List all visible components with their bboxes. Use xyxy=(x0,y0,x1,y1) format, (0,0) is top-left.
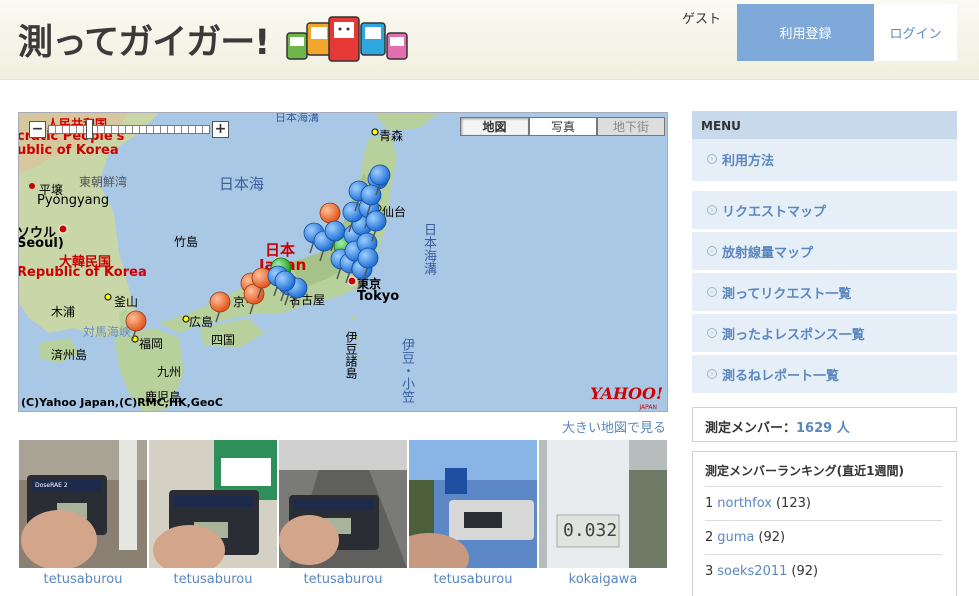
member-count-label: 測定メンバー： xyxy=(705,421,797,436)
map-label-nagoya: 名古屋 xyxy=(289,293,326,307)
map-label-shikoku: 四国 xyxy=(211,333,236,347)
rank-user-link[interactable]: guma xyxy=(717,530,754,545)
register-button[interactable]: 利用登録 xyxy=(737,4,874,61)
menu-item-how-to-use[interactable]: › 利用方法 xyxy=(692,140,957,178)
menu-title: MENU xyxy=(692,111,957,139)
map-label-hiroshima: 広島 xyxy=(189,315,214,329)
photo-thumbnail[interactable]: DoseRAE 2 xyxy=(19,440,147,568)
map-label-japan-en: Japan xyxy=(259,256,307,274)
chevron-right-icon: › xyxy=(707,287,717,297)
chevron-right-icon: › xyxy=(707,246,717,256)
map-label-izu: 伊豆諸島 xyxy=(344,331,358,379)
rank-number: 1 xyxy=(705,496,714,511)
rank-count: (92) xyxy=(758,530,786,545)
rank-user-link[interactable]: northfox xyxy=(717,496,772,511)
photo-thumbnail[interactable] xyxy=(149,440,277,568)
rank-number: 2 xyxy=(705,530,714,545)
map-type-map-button[interactable]: 地図 xyxy=(460,117,529,136)
map-zoom-in-button[interactable]: + xyxy=(212,121,229,138)
map-label-busan: 釜山 xyxy=(114,295,139,309)
photo-user-link[interactable]: tetusaburou xyxy=(409,572,537,587)
menu-item-label: 放射線量マップ xyxy=(722,245,814,261)
menu-item-request-map[interactable]: › リクエストマップ xyxy=(692,191,957,229)
ranking-box: 測定メンバーランキング(直近1週間) 1 northfox (123) 2 gu… xyxy=(692,451,957,596)
menu-item-report-list[interactable]: › 測るねレポート一覧 xyxy=(692,355,957,393)
map-type-underground-button[interactable]: 地下街 xyxy=(597,117,665,136)
radiation-map[interactable]: 人民共和国 cratic People's ublic of Korea 東朝鮮… xyxy=(18,112,668,412)
ranking-row: 1 northfox (123) xyxy=(705,486,942,520)
map-zoom-out-button[interactable]: − xyxy=(29,121,46,138)
member-count-value[interactable]: 1629 xyxy=(796,421,832,436)
mascot-logo-icon xyxy=(286,16,408,62)
member-count-unit: 人 xyxy=(836,421,850,436)
menu-item-label: リクエストマップ xyxy=(722,204,827,220)
menu-item-label: 利用方法 xyxy=(722,153,775,169)
rank-number: 3 xyxy=(705,564,714,579)
photo-user-link[interactable]: tetusaburou xyxy=(19,572,147,587)
rank-count: (123) xyxy=(775,496,811,511)
yahoo-japan-sub: JAPAN xyxy=(639,404,657,411)
device-reading: 0.032 xyxy=(563,520,618,541)
photo-thumbnail[interactable] xyxy=(279,440,407,568)
map-label-seoul-en: Seoul) xyxy=(18,236,64,251)
chevron-right-icon: › xyxy=(707,328,717,338)
photo-user-link[interactable]: tetusaburou xyxy=(279,572,407,587)
ranking-title: 測定メンバーランキング(直近1週間) xyxy=(705,464,904,478)
dosimeter-photo-icon xyxy=(19,440,147,568)
menu-item-response-list[interactable]: › 測ったよレスポンス一覧 xyxy=(692,314,957,352)
menu-item-request-list[interactable]: › 測ってリクエスト一覧 xyxy=(692,273,957,311)
map-label-japan-top: 日本海溝 xyxy=(275,112,319,124)
site-header: 測ってガイガー! ゲスト 利用登録 ログイン xyxy=(0,0,979,80)
dosimeter-photo-icon xyxy=(279,440,407,568)
photo-user-link[interactable]: kokaigawa xyxy=(539,572,667,587)
login-button[interactable]: ログイン xyxy=(874,4,957,61)
dosimeter-photo-icon xyxy=(149,440,277,568)
photo-user-link[interactable]: tetusaburou xyxy=(149,572,277,587)
photo-thumbnail[interactable]: 0.032 xyxy=(539,440,667,568)
ranking-row: 2 guma (92) xyxy=(705,520,942,554)
guest-label: ゲスト xyxy=(682,12,722,27)
map-zoom-slider-handle[interactable] xyxy=(86,119,93,139)
map-label-mokpo: 木浦 xyxy=(51,305,76,319)
map-type-photo-button[interactable]: 写真 xyxy=(529,117,597,136)
map-label-sendai: 仙台 xyxy=(382,205,407,219)
rank-count: (92) xyxy=(791,564,819,579)
chevron-right-icon: › xyxy=(707,154,717,164)
yahoo-logo[interactable]: YAHOO! xyxy=(590,384,663,403)
map-label-tokyo-en: Tokyo xyxy=(357,289,400,304)
map-label-dprk-en2: ublic of Korea xyxy=(18,143,119,158)
menu-item-label: 測ってリクエスト一覧 xyxy=(722,286,852,302)
map-label-east-bay: 東朝鮮湾 xyxy=(79,175,128,189)
menu-item-radiation-map[interactable]: › 放射線量マップ xyxy=(692,232,957,270)
dosimeter-photo-icon xyxy=(409,440,537,568)
dosimeter-photo-icon xyxy=(539,440,667,568)
map-label-sea-of-japan: 日本海 xyxy=(219,175,265,193)
rank-user-link[interactable]: soeks2011 xyxy=(717,564,787,579)
site-logo-text[interactable]: 測ってガイガー! xyxy=(18,14,270,65)
map-label-japan-trench: 日本海溝 xyxy=(421,223,436,275)
device-brand-label: DoseRAE 2 xyxy=(35,482,68,489)
map-label-fukuoka: 福岡 xyxy=(139,337,164,351)
map-label-jeju: 済州島 xyxy=(51,348,88,362)
map-copyright: (C)Yahoo Japan,(C)RMC,HK,GeoC xyxy=(21,396,223,409)
menu-item-label: 測ったよレスポンス一覧 xyxy=(722,327,865,343)
map-label-aomori: 青森 xyxy=(379,129,404,143)
map-label-tsushima: 対馬海峡 xyxy=(83,325,132,339)
chevron-right-icon: › xyxy=(707,369,717,379)
map-label-takeshima: 竹島 xyxy=(174,235,199,249)
menu-item-label: 測るねレポート一覧 xyxy=(722,368,840,384)
big-map-link[interactable]: 大きい地図で見る xyxy=(562,417,666,436)
map-label-rok-en: Republic of Korea xyxy=(18,265,147,280)
map-zoom-slider[interactable] xyxy=(48,125,210,134)
ranking-row: 3 soeks2011 (92) xyxy=(705,554,942,588)
chevron-right-icon: › xyxy=(707,205,717,215)
map-label-kyushu: 九州 xyxy=(157,365,182,379)
map-label-kyoto: 京 xyxy=(233,295,246,309)
member-count-box: 測定メンバー：1629 人 xyxy=(692,407,957,442)
map-label-pyongyang-en: Pyongyang xyxy=(37,193,110,208)
photo-thumbnail[interactable] xyxy=(409,440,537,568)
map-label-izu-ogasawara: 伊豆・小笠 xyxy=(399,338,414,403)
